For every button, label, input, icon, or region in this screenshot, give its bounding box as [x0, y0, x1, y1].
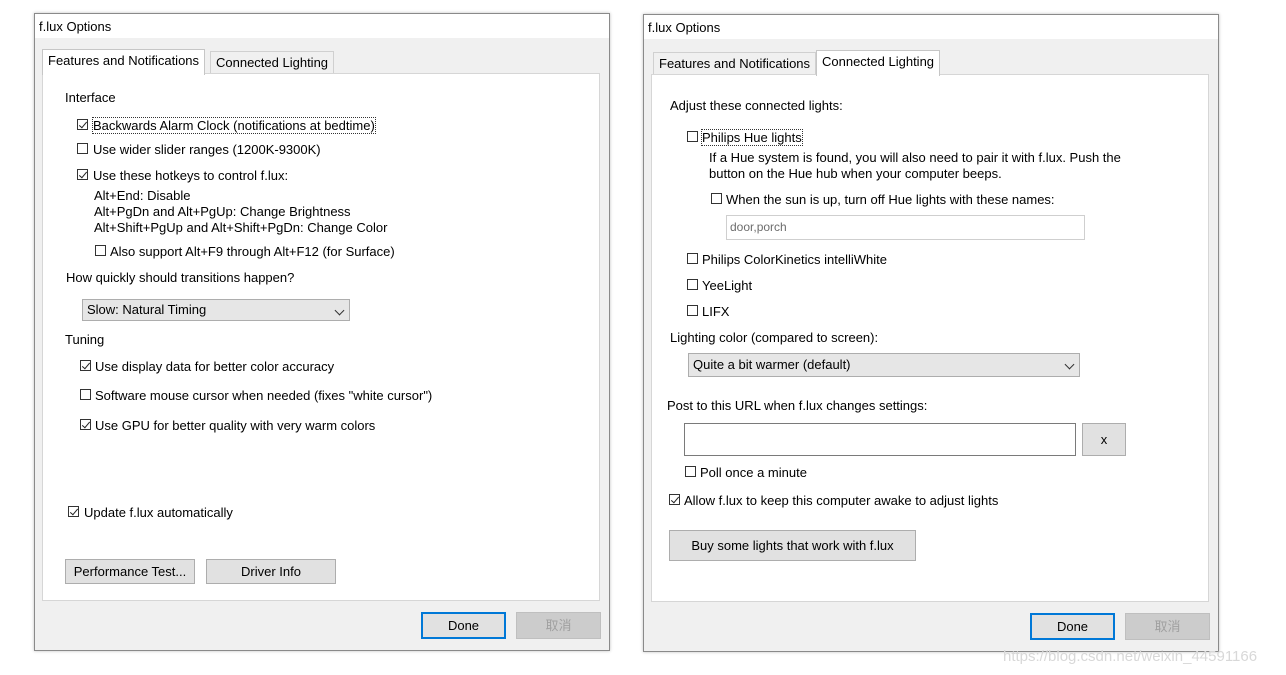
surface-checkbox[interactable]	[95, 245, 106, 256]
yeelight-label[interactable]: YeeLight	[702, 278, 752, 293]
left-tab-panel: Interface Backwards Alarm Clock (notific…	[42, 73, 600, 601]
hue-label[interactable]: Philips Hue lights	[701, 129, 803, 146]
lighting-color-label: Lighting color (compared to screen):	[670, 330, 879, 345]
transition-speed-value: Slow: Natural Timing	[87, 302, 207, 317]
hotkey-line-color: Alt+Shift+PgUp and Alt+Shift+PgDn: Chang…	[94, 220, 388, 235]
software-cursor-label[interactable]: Software mouse cursor when needed (fixes…	[95, 388, 432, 403]
driver-info-button[interactable]: Driver Info	[206, 559, 336, 584]
transition-speed-select[interactable]: Slow: Natural Timing	[82, 299, 350, 321]
tuning-heading: Tuning	[65, 332, 105, 347]
keep-awake-checkbox[interactable]	[669, 494, 680, 505]
hue-names-input[interactable]: door,porch	[726, 215, 1085, 240]
left-title-bar[interactable]: f.lux Options	[35, 14, 609, 38]
left-tab-features[interactable]: Features and Notifications	[42, 49, 206, 75]
sun-up-checkbox[interactable]	[711, 193, 722, 204]
left-options-window: f.lux Options Features and Notifications…	[34, 13, 610, 651]
hotkeys-label[interactable]: Use these hotkeys to control f.lux:	[93, 168, 288, 183]
colorkinetics-label[interactable]: Philips ColorKinetics intelliWhite	[702, 252, 887, 267]
left-tab-connected-lighting[interactable]: Connected Lighting	[210, 51, 335, 73]
hue-names-value: door,porch	[730, 220, 787, 234]
transitions-question: How quickly should transitions happen?	[66, 270, 295, 285]
left-done-button[interactable]: Done	[421, 612, 506, 639]
right-tab-panel: Adjust these connected lights: Philips H…	[651, 74, 1209, 602]
keep-awake-label[interactable]: Allow f.lux to keep this computer awake …	[684, 493, 998, 508]
poll-checkbox[interactable]	[685, 466, 696, 477]
lighting-color-select[interactable]: Quite a bit warmer (default)	[688, 353, 1080, 377]
wider-slider-checkbox[interactable]	[77, 143, 88, 154]
hue-checkbox[interactable]	[687, 131, 698, 142]
right-tab-connected-lighting[interactable]: Connected Lighting	[816, 50, 941, 76]
auto-update-checkbox[interactable]	[68, 506, 79, 517]
right-window-title: f.lux Options	[648, 20, 721, 35]
wider-slider-label[interactable]: Use wider slider ranges (1200K-9300K)	[93, 142, 321, 157]
software-cursor-checkbox[interactable]	[80, 389, 91, 400]
performance-test-button[interactable]: Performance Test...	[65, 559, 195, 584]
right-title-bar[interactable]: f.lux Options	[644, 15, 1218, 39]
lifx-checkbox[interactable]	[687, 305, 698, 316]
gpu-label[interactable]: Use GPU for better quality with very war…	[95, 418, 375, 433]
sun-up-label[interactable]: When the sun is up, turn off Hue lights …	[726, 192, 1055, 207]
hue-info-line-2: button on the Hue hub when your computer…	[709, 166, 1002, 181]
lifx-label[interactable]: LIFX	[702, 304, 729, 319]
hue-info-line-1: If a Hue system is found, you will also …	[709, 150, 1121, 165]
buy-lights-button[interactable]: Buy some lights that work with f.lux	[669, 530, 916, 561]
auto-update-label[interactable]: Update f.lux automatically	[84, 505, 233, 520]
poll-label[interactable]: Poll once a minute	[700, 465, 807, 480]
surface-label[interactable]: Also support Alt+F9 through Alt+F12 (for…	[110, 244, 395, 259]
hotkey-line-brightness: Alt+PgDn and Alt+PgUp: Change Brightness	[94, 204, 351, 219]
hotkeys-checkbox[interactable]	[77, 169, 88, 180]
lighting-color-value: Quite a bit warmer (default)	[693, 357, 851, 372]
left-window-title: f.lux Options	[39, 19, 112, 34]
right-done-button[interactable]: Done	[1030, 613, 1115, 640]
yeelight-checkbox[interactable]	[687, 279, 698, 290]
left-cancel-button: 取消	[516, 612, 601, 639]
watermark: https://blog.csdn.net/weixin_44591166	[1003, 648, 1258, 665]
alarm-label[interactable]: Backwards Alarm Clock (notifications at …	[92, 117, 376, 134]
chevron-down-icon	[334, 305, 345, 316]
right-cancel-button: 取消	[1125, 613, 1210, 640]
display-data-checkbox[interactable]	[80, 360, 91, 371]
interface-heading: Interface	[65, 90, 116, 105]
colorkinetics-checkbox[interactable]	[687, 253, 698, 264]
post-url-label: Post to this URL when f.lux changes sett…	[667, 398, 928, 413]
alarm-checkbox[interactable]	[77, 119, 88, 130]
display-data-label[interactable]: Use display data for better color accura…	[95, 359, 334, 374]
post-url-input[interactable]	[684, 423, 1076, 456]
chevron-down-icon	[1064, 359, 1075, 370]
right-tab-features[interactable]: Features and Notifications	[653, 52, 817, 74]
gpu-checkbox[interactable]	[80, 419, 91, 430]
hotkey-line-disable: Alt+End: Disable	[94, 188, 191, 203]
clear-url-button[interactable]: x	[1082, 423, 1126, 456]
right-options-window: f.lux Options Features and Notifications…	[643, 14, 1219, 652]
adjust-lights-heading: Adjust these connected lights:	[670, 98, 843, 113]
